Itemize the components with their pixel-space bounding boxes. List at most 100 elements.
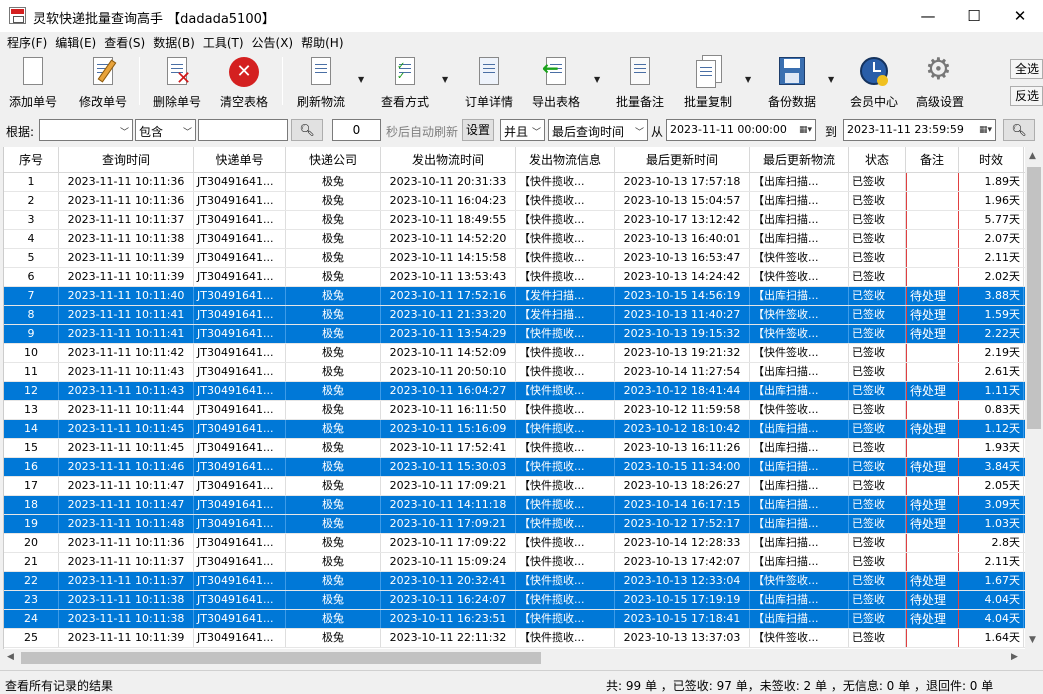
scroll-left-icon[interactable]: ◀: [7, 652, 14, 662]
view-mode-dropdown-icon[interactable]: ▼: [442, 75, 448, 84]
to-date-picker[interactable]: 2023-11-11 23:59:59 ▦▾: [843, 119, 996, 141]
batch-copy-button[interactable]: 批量复制: [680, 55, 736, 111]
table-row[interactable]: 22 2023-11-11 10:11:37 JT30491641... 极兔 2023…: [4, 572, 1025, 591]
table-row[interactable]: 11 2023-11-11 10:11:43 JT30491641... 极兔 2023…: [4, 363, 1025, 382]
column-header-update-info[interactable]: 最后更新物流: [750, 147, 849, 173]
table-row[interactable]: 23 2023-11-11 10:11:38 JT30491641... 极兔 2023…: [4, 591, 1025, 610]
column-header-remark[interactable]: 备注: [906, 147, 959, 173]
cell-query-time: 2023-11-11 10:11:38: [59, 591, 194, 609]
column-header-company[interactable]: 快递公司: [286, 147, 381, 173]
table-row[interactable]: 24 2023-11-11 10:11:38 JT30491641... 极兔 2023…: [4, 610, 1025, 629]
backup-data-button[interactable]: 备份数据: [764, 55, 820, 111]
table-row[interactable]: 5 2023-11-11 10:11:39 JT30491641... 极兔 2023-…: [4, 249, 1025, 268]
scroll-down-icon[interactable]: ▼: [1029, 635, 1036, 645]
maximize-button[interactable]: ☐: [951, 0, 997, 32]
member-center-button[interactable]: 会员中心: [846, 55, 902, 111]
order-detail-button[interactable]: 订单详情: [461, 55, 517, 111]
cell-query-time: 2023-11-11 10:11:39: [59, 629, 194, 647]
column-header-seq[interactable]: 序号: [4, 147, 59, 173]
table-row[interactable]: 8 2023-11-11 10:11:41 JT30491641... 极兔 2023-…: [4, 306, 1025, 325]
table-row[interactable]: 3 2023-11-11 10:11:37 JT30491641... 极兔 2023-…: [4, 211, 1025, 230]
cell-ship-time: 2023-10-11 17:09:22: [381, 534, 516, 552]
menu-view[interactable]: 查看(S): [100, 32, 149, 51]
cell-tracking-no: JT30491641...: [194, 306, 286, 324]
column-header-status[interactable]: 状态: [849, 147, 906, 173]
column-header-query-time[interactable]: 查询时间: [59, 147, 194, 173]
auto-refresh-set-button[interactable]: 设置: [462, 119, 494, 141]
table-row[interactable]: 15 2023-11-11 10:11:45 JT30491641... 极兔 2023…: [4, 439, 1025, 458]
cell-tracking-no: JT30491641...: [194, 363, 286, 381]
table-row[interactable]: 17 2023-11-11 10:11:47 JT30491641... 极兔 2023…: [4, 477, 1025, 496]
results-table[interactable]: 序号 查询时间 快递单号 快递公司 发出物流时间 发出物流信息 最后更新时间 最后更新物流 状态…: [3, 147, 1025, 649]
table-row[interactable]: 25 2023-11-11 10:11:39 JT30491641... 极兔 2023…: [4, 629, 1025, 648]
backup-dropdown-icon[interactable]: ▼: [828, 75, 834, 84]
cell-tracking-no: JT30491641...: [194, 401, 286, 419]
batch-remark-button[interactable]: 批量备注: [612, 55, 668, 111]
menu-data[interactable]: 数据(B): [149, 32, 199, 51]
table-row[interactable]: 14 2023-11-11 10:11:45 JT30491641... 极兔 2023…: [4, 420, 1025, 439]
select-all-button[interactable]: 全选: [1010, 59, 1043, 79]
edit-button[interactable]: 修改单号: [76, 55, 130, 111]
cell-status: 已签收: [849, 382, 906, 400]
clear-table-button[interactable]: ✕ 清空表格: [217, 55, 271, 111]
menu-notice[interactable]: 公告(X): [248, 32, 298, 51]
cell-status: 已签收: [849, 572, 906, 590]
copy-documents-icon: [693, 55, 723, 89]
cell-status: 已签收: [849, 287, 906, 305]
scroll-right-icon[interactable]: ▶: [1011, 652, 1018, 662]
table-row[interactable]: 20 2023-11-11 10:11:36 JT30491641... 极兔 2023…: [4, 534, 1025, 553]
menu-program[interactable]: 程序(F): [3, 32, 51, 51]
close-button[interactable]: ✕: [997, 0, 1043, 32]
table-row[interactable]: 7 2023-11-11 10:11:40 JT30491641... 极兔 2023-…: [4, 287, 1025, 306]
vertical-scrollbar[interactable]: ▲ ▼: [1025, 147, 1043, 649]
table-row[interactable]: 10 2023-11-11 10:11:42 JT30491641... 极兔 2023…: [4, 344, 1025, 363]
table-row[interactable]: 9 2023-11-11 10:11:41 JT30491641... 极兔 2023-…: [4, 325, 1025, 344]
table-row[interactable]: 1 2023-11-11 10:11:36 JT30491641... 极兔 2023-…: [4, 173, 1025, 192]
batch-copy-dropdown-icon[interactable]: ▼: [745, 75, 751, 84]
table-row[interactable]: 19 2023-11-11 10:11:48 JT30491641... 极兔 2023…: [4, 515, 1025, 534]
time-field-select[interactable]: 最后查询时间 ﹀: [548, 119, 648, 141]
table-row[interactable]: 2 2023-11-11 10:11:36 JT30491641... 极兔 2023-…: [4, 192, 1025, 211]
cell-tracking-no: JT30491641...: [194, 572, 286, 590]
table-row[interactable]: 4 2023-11-11 10:11:38 JT30491641... 极兔 2023-…: [4, 230, 1025, 249]
menu-help[interactable]: 帮助(H): [297, 32, 347, 51]
horizontal-scroll-thumb[interactable]: [21, 652, 541, 664]
search-button[interactable]: 🔍︎: [291, 119, 323, 141]
auto-refresh-seconds-input[interactable]: 0: [332, 119, 381, 141]
table-row[interactable]: 18 2023-11-11 10:11:47 JT30491641... 极兔 2023…: [4, 496, 1025, 515]
refresh-logistics-button[interactable]: 刷新物流: [293, 55, 349, 111]
invert-selection-button[interactable]: 反选: [1010, 86, 1043, 106]
column-header-duration[interactable]: 时效: [959, 147, 1024, 173]
cell-ship-time: 2023-10-11 21:33:20: [381, 306, 516, 324]
keyword-input[interactable]: [198, 119, 288, 141]
date-search-button[interactable]: 🔍︎: [1003, 119, 1035, 141]
advanced-settings-button[interactable]: ⚙ 高级设置: [912, 52, 968, 111]
refresh-dropdown-icon[interactable]: ▼: [358, 75, 364, 84]
logic-operator-select[interactable]: 并且 ﹀: [500, 119, 545, 141]
column-header-update-time[interactable]: 最后更新时间: [615, 147, 750, 173]
table-row[interactable]: 13 2023-11-11 10:11:44 JT30491641... 极兔 2023…: [4, 401, 1025, 420]
column-header-ship-time[interactable]: 发出物流时间: [381, 147, 516, 173]
horizontal-scrollbar[interactable]: ◀ ▶: [3, 649, 1025, 667]
export-dropdown-icon[interactable]: ▼: [594, 75, 600, 84]
basis-field-select[interactable]: ﹀: [39, 119, 133, 141]
match-mode-select[interactable]: 包含 ﹀: [135, 119, 196, 141]
table-row[interactable]: 12 2023-11-11 10:11:43 JT30491641... 极兔 2023…: [4, 382, 1025, 401]
delete-button[interactable]: ✕ 删除单号: [150, 55, 204, 111]
table-row[interactable]: 21 2023-11-11 10:11:37 JT30491641... 极兔 2023…: [4, 553, 1025, 572]
minimize-button[interactable]: —: [905, 0, 951, 32]
from-date-picker[interactable]: 2023-11-11 00:00:00 ▦▾: [666, 119, 816, 141]
table-row[interactable]: 6 2023-11-11 10:11:39 JT30491641... 极兔 2023-…: [4, 268, 1025, 287]
view-mode-button[interactable]: ✓ ✓ 查看方式: [377, 55, 433, 111]
vertical-scroll-thumb[interactable]: [1027, 167, 1041, 429]
table-row[interactable]: 16 2023-11-11 10:11:46 JT30491641... 极兔 2023…: [4, 458, 1025, 477]
menu-tools[interactable]: 工具(T): [199, 32, 248, 51]
column-header-ship-info[interactable]: 发出物流信息: [516, 147, 615, 173]
toolbar: 添加单号 修改单号 ✕ 删除单号 ✕ 清空表格 刷新物流 ▼ ✓ ✓ 查看方式 ▼…: [0, 51, 1043, 113]
menu-edit[interactable]: 编辑(E): [51, 32, 100, 51]
scroll-up-icon[interactable]: ▲: [1029, 151, 1036, 161]
column-header-tracking-no[interactable]: 快递单号: [194, 147, 286, 173]
export-table-button[interactable]: ← 导出表格: [528, 55, 584, 111]
add-button[interactable]: 添加单号: [6, 55, 60, 111]
gear-icon: ⚙: [925, 52, 952, 87]
